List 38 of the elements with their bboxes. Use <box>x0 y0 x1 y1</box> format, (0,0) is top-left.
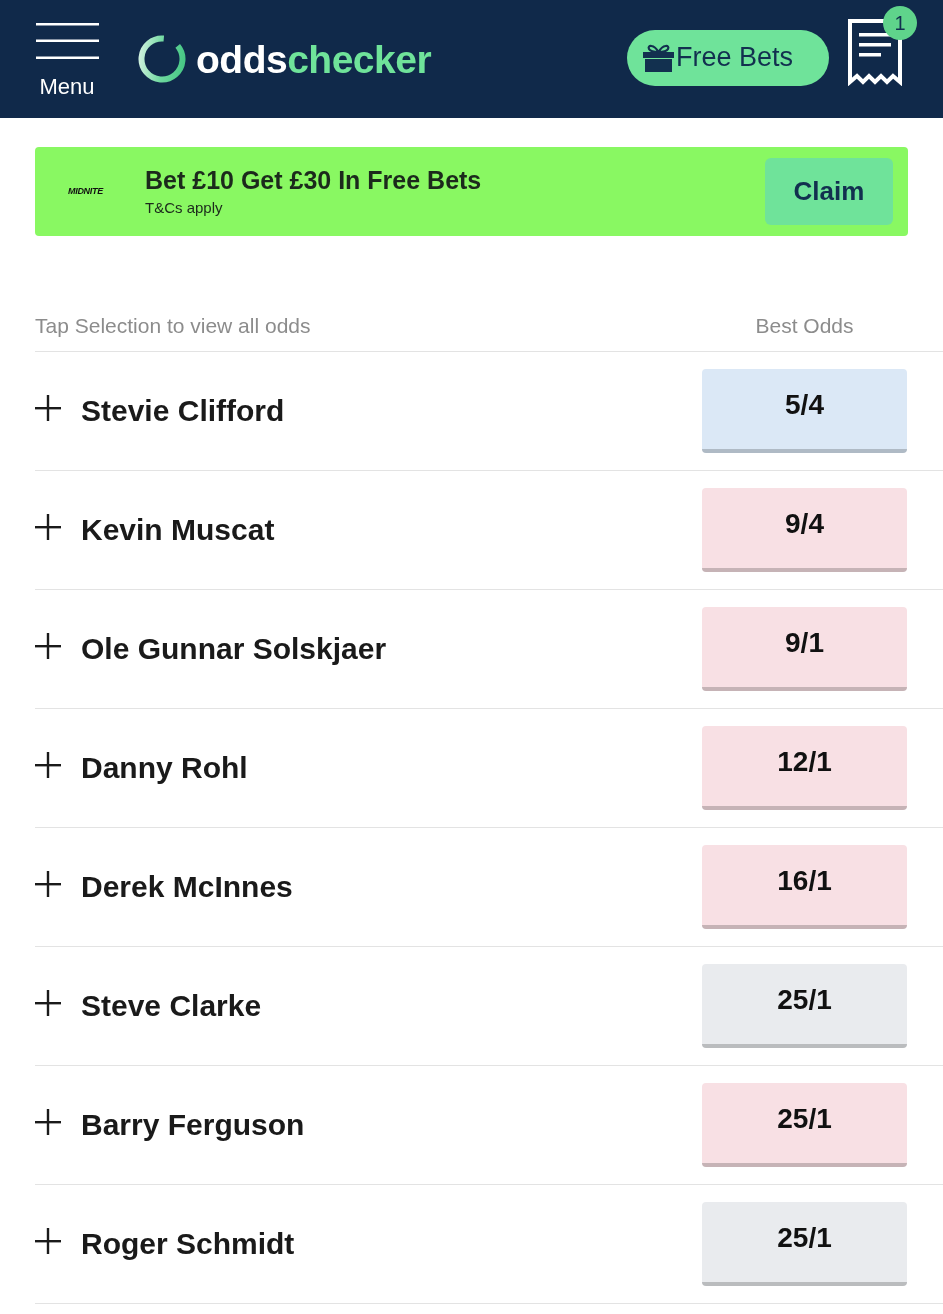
odds-button[interactable]: 5/4 <box>702 368 907 453</box>
menu-button[interactable]: Menu <box>35 22 99 98</box>
column-header: Best Odds <box>754 312 855 339</box>
plus-icon[interactable] <box>35 871 61 897</box>
selection-name[interactable]: Roger Schmidt <box>81 1229 295 1259</box>
selection-name[interactable]: Derek McInnes <box>81 872 293 902</box>
selection-name[interactable]: Ole Gunnar Solskjaer <box>81 634 387 664</box>
promo-title: Bet £10 Get £30 In Free Bets <box>145 168 482 193</box>
column-header: Tap Selection to view all odds <box>35 312 311 339</box>
odds-button[interactable]: 25/1 <box>702 1201 907 1286</box>
ring-logo-icon <box>138 35 186 83</box>
free-bets-button[interactable]: Free Bets <box>627 29 829 86</box>
plus-icon[interactable] <box>35 752 61 778</box>
brand-logo-text: MIDNITE <box>68 187 105 196</box>
selection-name[interactable]: Stevie Clifford <box>81 396 285 426</box>
logo-wordmark: oddschecker <box>196 39 432 79</box>
plus-icon[interactable] <box>35 633 61 659</box>
plus-icon[interactable] <box>35 990 61 1016</box>
plus-icon[interactable] <box>35 514 61 540</box>
odds-button[interactable]: 9/1 <box>702 606 907 691</box>
menu-icon <box>35 22 99 59</box>
odds-button[interactable]: 12/1 <box>702 725 907 810</box>
receipt-icon[interactable] <box>847 18 903 86</box>
selection-name[interactable]: Kevin Muscat <box>81 515 275 545</box>
promo-terms: T&Cs apply <box>145 200 224 215</box>
selection-name[interactable]: Danny Rohl <box>81 753 248 783</box>
gift-icon <box>643 43 674 72</box>
plus-icon[interactable] <box>35 1109 61 1135</box>
odds-button[interactable]: 16/1 <box>702 844 907 929</box>
claim-button[interactable]: Claim <box>765 158 893 225</box>
plus-icon[interactable] <box>35 1228 61 1254</box>
odds-button[interactable]: 25/1 <box>702 963 907 1048</box>
count-badge: 1 <box>883 6 917 40</box>
selection-name[interactable]: Barry Ferguson <box>81 1110 305 1140</box>
plus-icon[interactable] <box>35 395 61 421</box>
selection-name[interactable]: Steve Clarke <box>81 991 262 1021</box>
odds-button[interactable]: 25/1 <box>702 1082 907 1167</box>
odds-button[interactable]: 9/4 <box>702 487 907 572</box>
